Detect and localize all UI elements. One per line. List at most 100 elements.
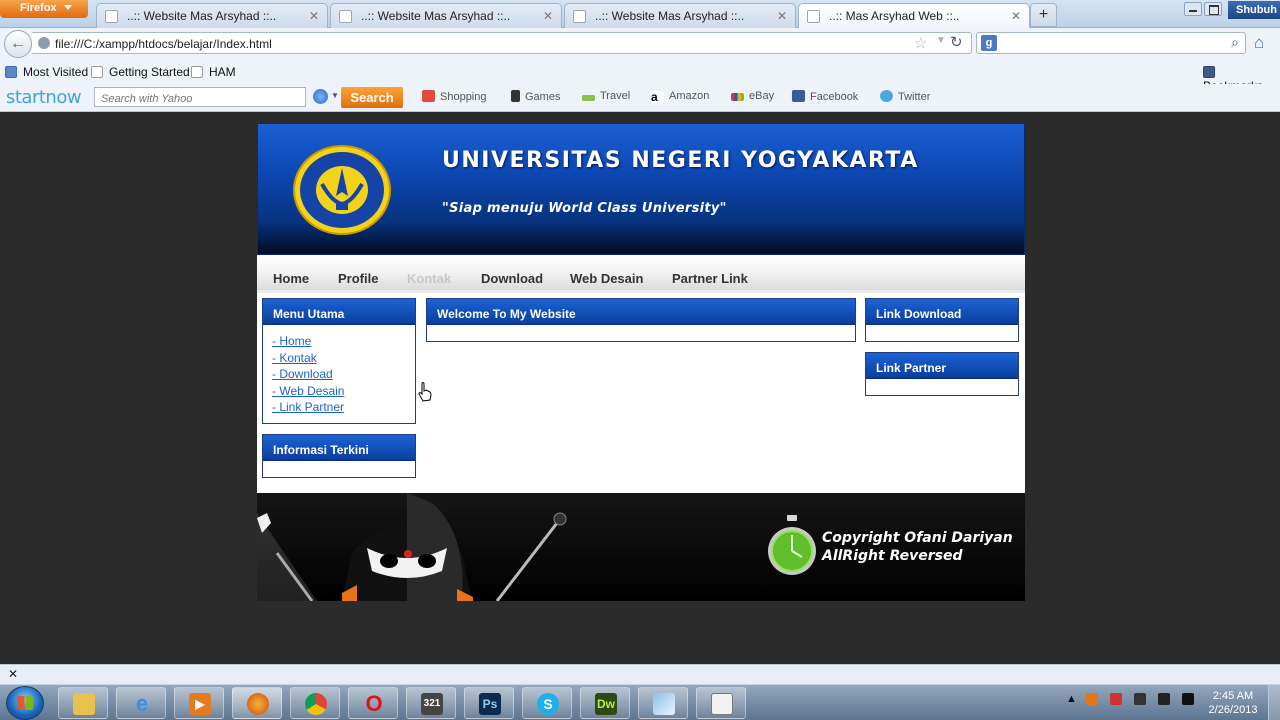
nav-home[interactable]: Home: [273, 271, 309, 286]
firefox-menu-button[interactable]: Firefox: [0, 0, 88, 18]
taskbar-media-player-classic[interactable]: 321: [406, 687, 456, 719]
tab-strip: Firefox ..:: Website Mas Arsyhad ::.. ✕ …: [0, 0, 1280, 28]
startnow-link-games[interactable]: Games: [511, 90, 560, 103]
taskbar-photoshop[interactable]: Ps: [464, 687, 514, 719]
reload-icon[interactable]: ↻: [950, 33, 963, 51]
menu-link-download[interactable]: - Download: [272, 366, 415, 383]
yahoo-search-button[interactable]: Search: [341, 87, 403, 108]
browser-tab[interactable]: ..:: Website Mas Arsyhad ::.. ✕: [330, 3, 562, 28]
tray-app-icon[interactable]: [1086, 693, 1099, 706]
startnow-link-travel[interactable]: Travel: [582, 90, 630, 102]
search-engine-icon: [313, 89, 328, 104]
close-icon[interactable]: ✕: [8, 667, 18, 681]
taskbar-media-player[interactable]: ▶: [174, 687, 224, 719]
bookmark-ham[interactable]: HAM: [191, 65, 236, 79]
google-icon[interactable]: g: [981, 35, 997, 51]
startnow-link-shopping[interactable]: Shopping: [422, 90, 487, 103]
menu-link-web-desain[interactable]: - Web Desain: [272, 383, 415, 400]
taskbar-app-generic[interactable]: [638, 687, 688, 719]
maximize-button[interactable]: [1204, 2, 1222, 16]
menu-utama-heading: Menu Utama: [263, 299, 415, 325]
show-desktop-button[interactable]: [1268, 685, 1280, 720]
volume-icon[interactable]: [1182, 693, 1195, 706]
page-icon: [807, 10, 820, 23]
close-icon[interactable]: ✕: [1011, 9, 1021, 23]
link-label: Games: [525, 91, 561, 103]
document-icon: [711, 693, 733, 715]
tray-network-icon[interactable]: [1158, 693, 1171, 706]
home-icon[interactable]: ⌂: [1254, 33, 1264, 53]
browser-search-field[interactable]: g ⌕: [976, 32, 1246, 54]
menu-link-partner[interactable]: - Link Partner: [272, 399, 415, 416]
website-container: UNIVERSITAS NEGERI YOGYAKARTA "Siap menu…: [257, 123, 1025, 601]
taskbar-opera[interactable]: O: [348, 687, 398, 719]
startnow-link-twitter[interactable]: Twitter: [880, 90, 930, 103]
page-icon: [339, 10, 352, 23]
link-partner-heading: Link Partner: [866, 353, 1018, 379]
taskbar-dreamweaver[interactable]: Dw: [580, 687, 630, 719]
tray-expand-icon[interactable]: ▲: [1066, 693, 1077, 705]
minimize-button[interactable]: [1184, 2, 1202, 16]
tray-power-icon[interactable]: [1134, 693, 1147, 706]
startnow-link-ebay[interactable]: eBay: [731, 90, 774, 102]
bookmark-getting-started[interactable]: Getting Started: [91, 65, 190, 79]
taskbar-internet-explorer[interactable]: e: [116, 687, 166, 719]
nav-kontak[interactable]: Kontak: [407, 271, 451, 286]
bookmark-label: Getting Started: [109, 65, 190, 79]
user-badge[interactable]: Shubuh: [1228, 1, 1280, 19]
menu-link-home[interactable]: - Home: [272, 333, 415, 350]
browser-status-bar: ✕: [0, 664, 1280, 684]
nav-download[interactable]: Download: [481, 271, 543, 286]
browser-tab[interactable]: ..:: Website Mas Arsyhad ::.. ✕: [564, 3, 796, 28]
close-icon[interactable]: ✕: [543, 9, 553, 23]
search-engine-selector[interactable]: ▼: [310, 87, 340, 107]
taskbar-firefox[interactable]: [232, 687, 282, 719]
system-clock[interactable]: 2:45 AM 2/26/2013: [1203, 689, 1263, 717]
yahoo-search-input[interactable]: [94, 87, 306, 107]
startnow-link-facebook[interactable]: Facebook: [792, 90, 858, 103]
chrome-icon: [305, 693, 327, 715]
site-tagline: "Siap menuju World Class University": [442, 201, 727, 216]
browser-tab[interactable]: ..:: Website Mas Arsyhad ::.. ✕: [96, 3, 328, 28]
new-tab-button[interactable]: +: [1030, 3, 1057, 27]
startnow-logo[interactable]: startnow: [6, 87, 82, 108]
link-download-heading: Link Download: [866, 299, 1018, 325]
history-dropdown-icon[interactable]: ▼: [936, 35, 946, 46]
page-icon: [91, 66, 103, 78]
search-icon[interactable]: ⌕: [1231, 34, 1239, 51]
taskbar-app-generic-2[interactable]: [696, 687, 746, 719]
close-icon[interactable]: ✕: [309, 9, 319, 23]
address-bar[interactable]: file:///C:/xampp/htdocs/belajar/Index.ht…: [32, 32, 972, 54]
link-label: eBay: [749, 90, 775, 102]
informasi-terkini-box: Informasi Terkini: [262, 434, 416, 478]
taskbar-skype[interactable]: S: [522, 687, 572, 719]
firefox-icon: [247, 693, 269, 715]
welcome-box: Welcome To My Website: [426, 298, 856, 342]
url-text[interactable]: file:///C:/xampp/htdocs/belajar/Index.ht…: [55, 37, 272, 51]
page-icon: [105, 10, 118, 23]
ninja-mascot-image: [257, 493, 567, 601]
start-button[interactable]: [6, 686, 44, 720]
nav-web-desain[interactable]: Web Desain: [570, 271, 643, 286]
back-button[interactable]: ←: [4, 30, 32, 58]
page-icon: [191, 66, 203, 78]
bookmark-star-icon[interactable]: ☆: [914, 34, 927, 52]
nav-partner-link[interactable]: Partner Link: [672, 271, 748, 286]
tab-title: ..:: Website Mas Arsyhad ::..: [595, 9, 745, 23]
twitter-icon: [880, 90, 893, 102]
browser-tab-active[interactable]: ..:: Mas Arsyhad Web ::.. ✕: [798, 3, 1030, 28]
link-download-box: Link Download: [865, 298, 1019, 342]
close-icon[interactable]: ✕: [777, 9, 787, 23]
taskbar-explorer[interactable]: [58, 687, 108, 719]
taskbar-chrome[interactable]: [290, 687, 340, 719]
tray-flag-icon[interactable]: [1110, 693, 1123, 706]
tab-title: ..:: Website Mas Arsyhad ::..: [127, 9, 277, 23]
folder-icon: [73, 693, 95, 715]
bookmarks-toolbar: Most Visited Getting Started HAM Bookmar…: [0, 60, 1280, 93]
startnow-link-amazon[interactable]: a Amazon: [651, 90, 709, 103]
menu-link-kontak[interactable]: - Kontak: [272, 350, 415, 367]
nav-profile[interactable]: Profile: [338, 271, 378, 286]
bookmark-most-visited[interactable]: Most Visited: [5, 65, 88, 79]
clock-date: 2/26/2013: [1208, 704, 1258, 716]
clock-time: 2:45 AM: [1212, 690, 1254, 702]
